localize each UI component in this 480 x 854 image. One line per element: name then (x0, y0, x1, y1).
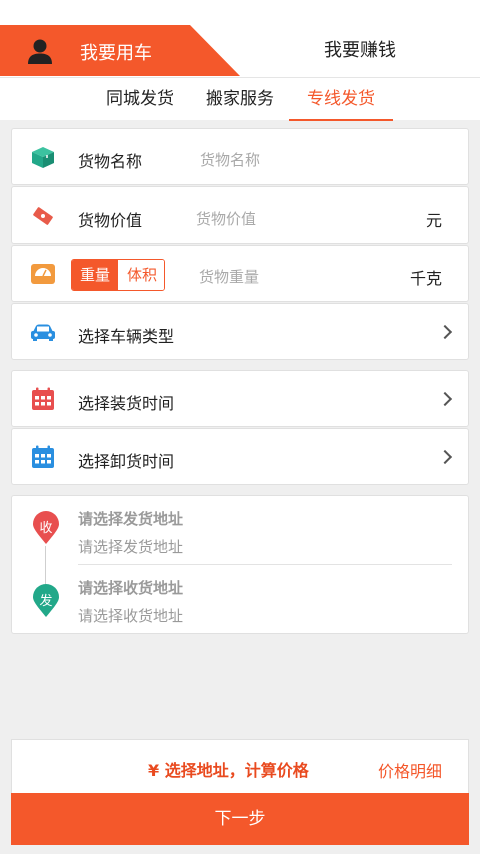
price-detail-link[interactable]: 价格明细 (378, 758, 442, 782)
dest-address-title: 请选择收货地址 (78, 579, 184, 597)
chevron-right-icon (437, 391, 453, 407)
box-icon (32, 147, 54, 168)
tab-dedicated-line[interactable]: 专线发货 (289, 78, 393, 121)
load-time-row[interactable]: 选择装货时间 (11, 370, 469, 427)
role-tab-use-vehicle-label: 我要用车 (80, 43, 152, 64)
load-time-label: 选择装货时间 (78, 394, 175, 413)
send-pin-label: 发 (39, 594, 53, 609)
user-icon (28, 39, 52, 64)
unload-time-label: 选择卸货时间 (78, 452, 175, 471)
next-step-button[interactable]: 下一步 (11, 793, 469, 845)
price-bar: ¥ 选择地址，计算价格 价格明细 (11, 739, 469, 793)
calendar-icon (32, 387, 54, 410)
car-icon (31, 324, 55, 341)
origin-address-input[interactable]: 请选择发货地址 (78, 536, 183, 557)
cargo-name-input[interactable]: 货物名称 (200, 149, 260, 170)
cargo-value-input[interactable]: 货物价值 (196, 208, 256, 229)
route-line (45, 546, 46, 584)
tab-moving[interactable]: 搬家服务 (202, 78, 278, 121)
ticket-icon (33, 207, 53, 225)
cargo-weight-input[interactable]: 货物重量 (199, 266, 259, 287)
cargo-weight-unit: 千克 (409, 269, 442, 288)
cargo-name-label: 货物名称 (78, 152, 143, 171)
cargo-name-row[interactable]: 货物名称 货物名称 (11, 128, 469, 185)
vehicle-type-row[interactable]: 选择车辆类型 (11, 303, 469, 360)
vehicle-type-label: 选择车辆类型 (78, 327, 175, 346)
origin-address-title: 请选择发货地址 (78, 510, 184, 528)
dest-address-input[interactable]: 请选择收货地址 (78, 605, 183, 626)
toggle-weight[interactable]: 重量 (72, 260, 118, 290)
toggle-volume[interactable]: 体积 (119, 260, 164, 290)
weight-volume-toggle[interactable]: 重量 体积 (71, 259, 165, 291)
cargo-value-row[interactable]: 货物价值 货物价值 元 (11, 186, 469, 244)
role-tab-earn-money[interactable]: 我要赚钱 (240, 25, 480, 76)
divider (78, 564, 452, 565)
role-switch-bar: 我要用车 我要赚钱 (0, 0, 480, 77)
cargo-measure-row[interactable]: 重量 体积 货物重量 千克 (11, 245, 469, 302)
calendar-icon (32, 445, 54, 468)
chevron-right-icon (437, 449, 453, 465)
send-pin-icon: 发 (32, 584, 60, 618)
tab-same-city[interactable]: 同城发货 (102, 78, 178, 121)
receive-pin-label: 收 (39, 521, 53, 536)
cargo-value-unit: 元 (425, 211, 442, 230)
cargo-value-label: 货物价值 (78, 211, 143, 230)
unload-time-row[interactable]: 选择卸货时间 (11, 428, 469, 485)
address-card: 收 发 请选择发货地址 请选择发货地址 请选择收货地址 请选择收货地址 (11, 495, 469, 634)
price-estimate: ¥ 选择地址，计算价格 (148, 761, 309, 780)
chevron-right-icon (437, 324, 453, 340)
scale-icon (31, 264, 55, 284)
receive-pin-icon: 收 (32, 511, 60, 545)
role-tab-use-vehicle[interactable]: 我要用车 (0, 25, 240, 76)
service-tabs: 同城发货 搬家服务 专线发货 (0, 77, 480, 121)
